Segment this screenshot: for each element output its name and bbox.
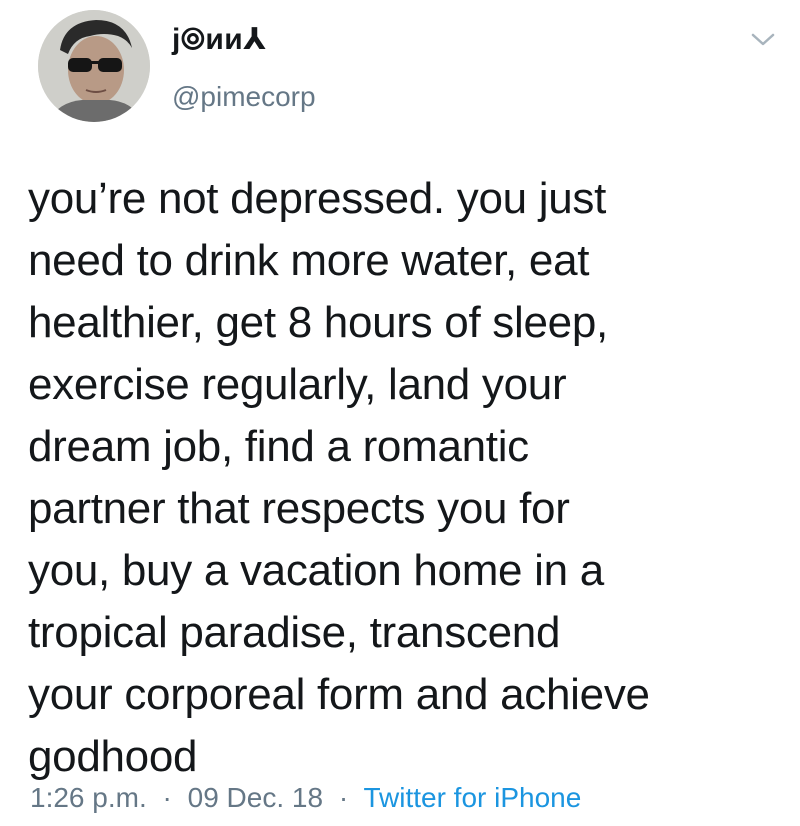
tweet-menu-button[interactable] [747,28,779,52]
chevron-down-icon [751,33,775,46]
tweet-date[interactable]: 09 Dec. 18 [188,782,323,813]
tweet-card: j⦾ᴎᴎ⅄ @pimecorp you’re not depressed. yo… [0,0,800,826]
tweet-text: you’re not depressed. you just need to d… [28,174,650,781]
user-handle[interactable]: @pimecorp [172,80,316,114]
avatar-photo [38,10,150,122]
tweet-source-link[interactable]: Twitter for iPhone [363,782,581,813]
separator-dot: · [162,782,172,813]
display-name[interactable]: j⦾ᴎᴎ⅄ [172,22,267,58]
tweet-time[interactable]: 1:26 p.m. [30,782,147,813]
separator-dot: · [338,782,349,813]
tweet-metadata: 1:26 p.m. · 09 Dec. 18 · Twitter for iPh… [30,781,581,815]
avatar[interactable] [38,10,150,122]
